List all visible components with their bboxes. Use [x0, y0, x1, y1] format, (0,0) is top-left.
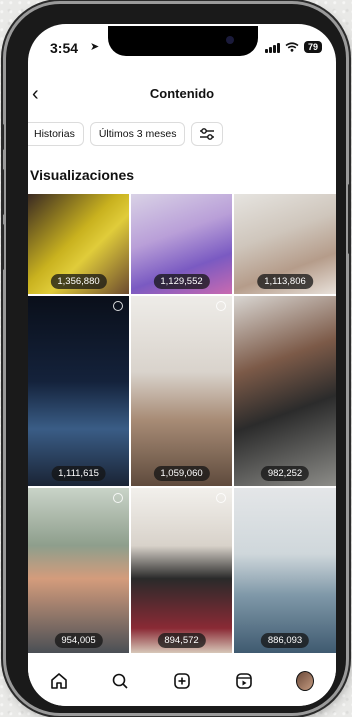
content-tile[interactable]: 954,005 [28, 488, 129, 653]
create-icon [174, 673, 190, 689]
content-tile[interactable]: 886,093 [234, 488, 336, 653]
view-count-badge: 894,572 [157, 633, 206, 648]
view-count-badge: 886,093 [260, 633, 310, 648]
view-count-badge: 954,005 [54, 633, 103, 648]
filter-chip-historias[interactable]: Historias [28, 122, 84, 146]
page-title: Contenido [149, 86, 215, 101]
filter-chips: Historias Últimos 3 meses [28, 122, 224, 146]
filter-settings-button[interactable] [191, 122, 224, 146]
phone-frame: 3:54 ➤ 79 ‹ Contenido Historias Últimos … [1, 4, 351, 713]
tab-reels[interactable] [235, 672, 253, 690]
view-count-badge: 1,111,615 [51, 466, 106, 481]
home-icon [50, 673, 67, 689]
profile-avatar [296, 671, 315, 691]
signal-icon [264, 42, 280, 53]
location-arrow-icon: ➤ [90, 41, 100, 53]
bottom-tab-bar [28, 666, 336, 706]
filter-chip-period[interactable]: Últimos 3 meses [89, 122, 186, 146]
reel-indicator-icon [113, 493, 123, 503]
reel-indicator-icon [216, 301, 226, 311]
tab-create[interactable] [173, 672, 191, 690]
content-tile[interactable]: 1,059,060 [131, 296, 232, 486]
view-count-badge: 1,113,806 [257, 274, 313, 289]
view-count-badge: 1,059,060 [153, 466, 210, 481]
reel-indicator-icon [113, 301, 123, 311]
content-tile[interactable]: 1,111,615 [28, 296, 129, 486]
view-count-badge: 982,252 [260, 466, 310, 481]
status-time: 3:54 [50, 40, 79, 56]
power-button [348, 184, 351, 254]
volume-up-button [1, 169, 4, 215]
tab-home[interactable] [50, 672, 68, 690]
mute-switch [1, 124, 4, 150]
camera-icon [226, 36, 234, 44]
content-tile[interactable]: 1,356,880 [28, 194, 129, 294]
view-count-badge: 1,129,552 [153, 274, 210, 289]
content-tile[interactable]: 1,129,552 [131, 194, 232, 294]
reels-icon [235, 673, 252, 689]
content-tile[interactable]: 894,572 [131, 488, 232, 653]
view-count-badge: 1,356,880 [50, 274, 107, 289]
page-header: ‹ Contenido [28, 82, 336, 108]
content-tile[interactable]: 1,113,806 [234, 194, 336, 294]
content-grid: 1,356,880 1,129,552 1,113,806 1,111,615 1,05… [28, 194, 336, 653]
reel-indicator-icon [216, 493, 226, 503]
wifi-icon [285, 42, 299, 52]
tab-profile[interactable] [296, 671, 315, 691]
search-icon [113, 673, 128, 689]
screen: 3:54 ➤ 79 ‹ Contenido Historias Últimos … [28, 24, 336, 706]
content-tile[interactable]: 982,252 [234, 296, 336, 486]
section-title: Visualizaciones [30, 167, 135, 183]
sliders-icon [200, 128, 215, 140]
battery-indicator: 79 [303, 41, 322, 53]
volume-down-button [1, 224, 4, 270]
dynamic-island [108, 26, 258, 56]
tab-search[interactable] [111, 672, 129, 690]
